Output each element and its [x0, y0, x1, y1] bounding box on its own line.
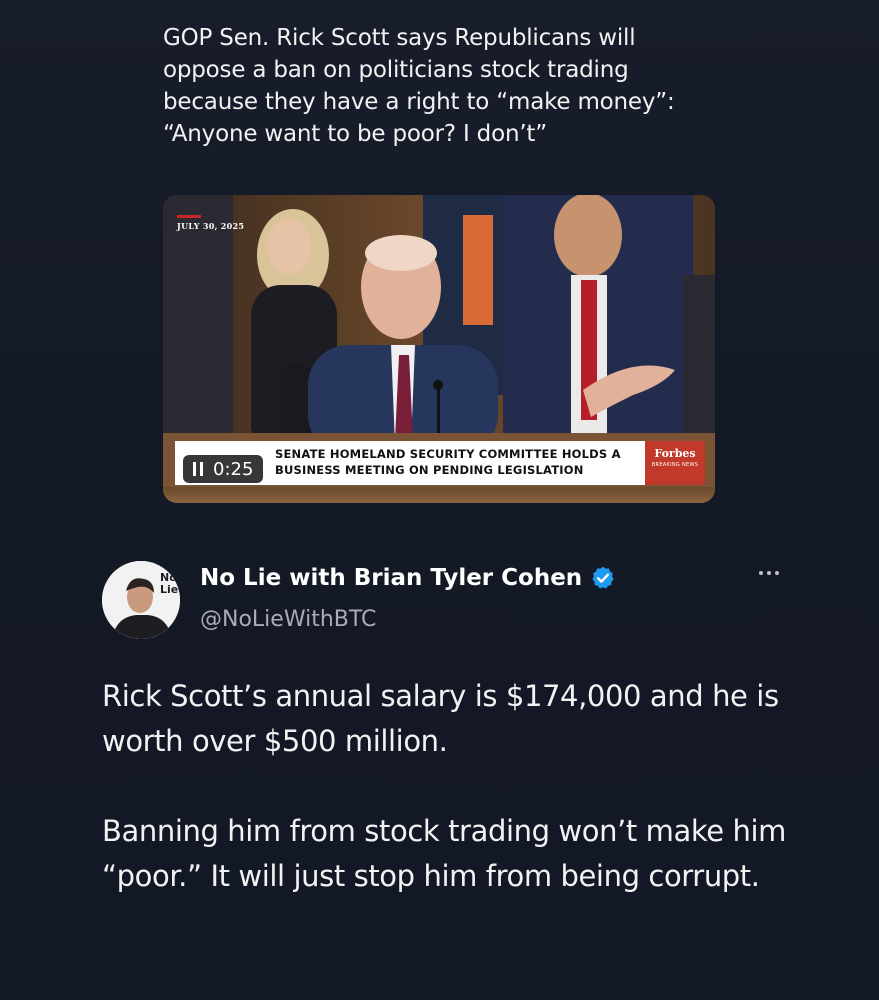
forbes-logo: Forbes BREAKING NEWS	[645, 441, 705, 485]
video-date-label: JULY 30, 2025	[177, 221, 245, 231]
quoted-tweet-text: GOP Sen. Rick Scott says Republicans wil…	[163, 25, 675, 147]
tweet-paragraph-1: Rick Scott’s annual salary is $174,000 a…	[102, 679, 779, 758]
lower-third-line-1: SENATE HOMELAND SECURITY COMMITTEE HOLDS…	[275, 447, 621, 461]
video-player[interactable]: JULY 30, 2025 SENATE HOMELAND SECURITY C…	[163, 195, 715, 503]
tweet-paragraph-2: Banning him from stock trading won’t mak…	[102, 814, 786, 893]
desk-edge	[163, 487, 715, 503]
avatar[interactable]: No Lie	[102, 561, 180, 639]
author-handle[interactable]: @NoLieWithBTC	[200, 607, 376, 632]
pause-icon[interactable]	[193, 462, 203, 476]
date-accent-bar	[177, 215, 201, 218]
video-time: 0:25	[213, 458, 254, 480]
tweet-author: No Lie No Lie with Brian Tyler Cohen @No…	[102, 561, 782, 641]
author-name[interactable]: No Lie with Brian Tyler Cohen	[200, 565, 616, 591]
forbes-brand: Forbes	[654, 447, 696, 460]
more-options-icon[interactable]	[759, 571, 779, 575]
author-name-text[interactable]: No Lie with Brian Tyler Cohen	[200, 565, 582, 591]
avatar-image: No Lie	[102, 561, 180, 639]
tweet-body: Rick Scott’s annual salary is $174,000 a…	[102, 674, 822, 899]
svg-text:Lie: Lie	[160, 583, 178, 596]
video-time-control[interactable]: 0:25	[183, 455, 264, 483]
forbes-sub-label: BREAKING NEWS	[651, 462, 699, 468]
screenshot-page: GOP Sen. Rick Scott says Republicans wil…	[0, 0, 879, 1000]
verified-badge-icon	[592, 566, 614, 589]
lower-third-line-2: BUSINESS MEETING ON PENDING LEGISLATION	[275, 463, 584, 477]
